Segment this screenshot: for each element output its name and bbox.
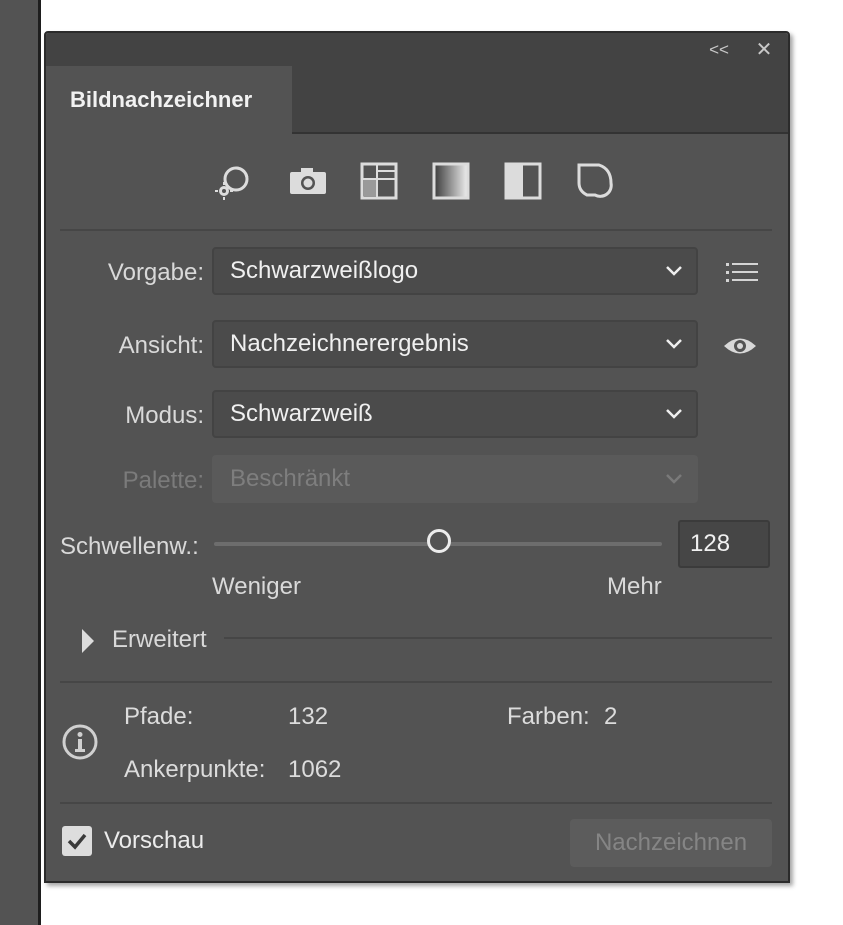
threshold-input[interactable]: 128: [678, 520, 770, 568]
ansicht-select[interactable]: Nachzeichnerergebnis: [212, 320, 698, 368]
ansicht-value: Nachzeichnerergebnis: [230, 330, 469, 357]
slider-max-label: Mehr: [607, 573, 662, 600]
preview-label[interactable]: Vorschau: [104, 827, 204, 855]
modus-select[interactable]: Schwarzweiß: [212, 390, 698, 438]
chevron-down-icon: [666, 266, 682, 276]
palette-select: Beschränkt: [212, 455, 698, 503]
preset-menu-icon[interactable]: [722, 252, 762, 292]
vorgabe-select[interactable]: Schwarzweißlogo: [212, 247, 698, 295]
modus-label: Modus:: [125, 402, 204, 429]
checkmark-icon: [67, 833, 87, 850]
threshold-slider-thumb[interactable]: [426, 529, 451, 553]
threshold-label: Schwellenw.:: [60, 533, 199, 560]
preview-checkbox[interactable]: [62, 826, 92, 856]
auto-color-icon[interactable]: [211, 161, 251, 201]
expand-triangle-icon[interactable]: [80, 627, 96, 655]
anchors-label: Ankerpunkte:: [124, 756, 266, 783]
divider: [224, 637, 772, 639]
divider: [60, 229, 772, 231]
paths-value: 132: [288, 703, 329, 730]
slider-min-label: Weniger: [212, 573, 301, 600]
chevron-down-icon: [666, 339, 682, 349]
camera-icon[interactable]: [287, 161, 327, 201]
divider: [60, 681, 772, 683]
chevron-down-icon: [666, 474, 682, 484]
chevron-down-icon: [666, 409, 682, 419]
eye-icon[interactable]: [720, 325, 760, 365]
tab-bildnachzeichner[interactable]: Bildnachzeichner: [46, 66, 292, 134]
outline-icon[interactable]: [575, 161, 615, 201]
modus-value: Schwarzweiß: [230, 400, 373, 427]
vorgabe-value: Schwarzweißlogo: [230, 257, 419, 284]
close-panel-button[interactable]: ✕: [751, 37, 777, 63]
left-toolbar-edge: [0, 0, 41, 925]
palette-label: Palette:: [122, 467, 204, 494]
anchors-value: 1062: [288, 756, 342, 783]
image-trace-panel: << ✕ Bildnachzeichner Vorgabe: Schwarzwe…: [44, 31, 790, 883]
panel-tabstrip: Bildnachzeichner: [46, 66, 788, 134]
colors-value: 2: [604, 703, 618, 730]
info-icon: [61, 723, 99, 761]
threshold-slider[interactable]: [214, 529, 662, 553]
low-color-icon[interactable]: [359, 161, 399, 201]
divider: [60, 802, 772, 804]
palette-value: Beschränkt: [230, 465, 351, 492]
advanced-toggle[interactable]: Erweitert: [112, 626, 207, 654]
vorgabe-label: Vorgabe:: [107, 259, 204, 286]
paths-label: Pfade:: [124, 703, 194, 730]
ansicht-label: Ansicht:: [118, 332, 204, 359]
grayscale-icon[interactable]: [431, 161, 471, 201]
trace-button: Nachzeichnen: [570, 819, 772, 867]
black-white-icon[interactable]: [503, 161, 543, 201]
collapse-panel-button[interactable]: <<: [706, 37, 732, 63]
panel-titlebar: << ✕: [46, 33, 788, 66]
colors-label: Farben:: [507, 703, 590, 730]
